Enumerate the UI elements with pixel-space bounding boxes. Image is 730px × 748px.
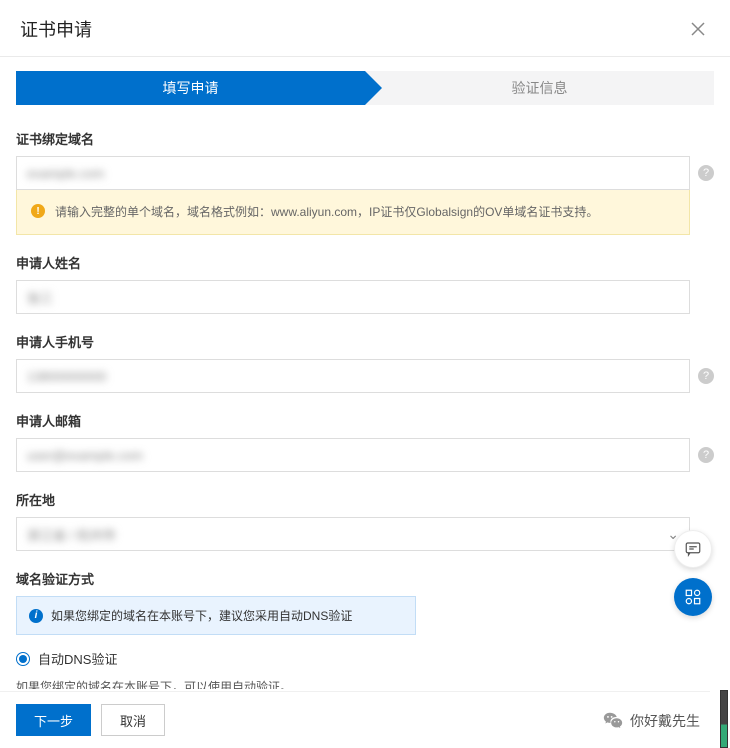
apps-fab[interactable] [674,578,712,616]
label-verify: 域名验证方式 [16,569,714,588]
close-button[interactable] [686,17,710,41]
alert-text: 请输入完整的单个域名，域名格式例如：www.aliyun.com，IP证书仅Gl… [55,202,598,222]
field-name: 申请人姓名 张三 [16,253,714,314]
wechat-icon [602,710,624,732]
chat-fab[interactable] [674,530,712,568]
form-scroll-area[interactable]: 填写申请 验证信息 证书绑定域名 example.com ? ! 请输入完整的单… [0,57,730,689]
input-email[interactable]: user@example.com [16,438,690,472]
input-name[interactable]: 张三 [16,280,690,314]
label-domain: 证书绑定域名 [16,129,714,148]
wechat-attribution: 你好戴先生 [602,710,700,732]
cancel-button[interactable]: 取消 [101,704,165,736]
verify-radio-group: 自动DNS验证 如果您绑定的域名在本账号下，可以使用自动验证。 手工DNS验证 [16,649,714,689]
help-icon[interactable]: ? [698,447,714,463]
field-email: 申请人邮箱 user@example.com ? [16,411,714,472]
help-icon[interactable]: ? [698,368,714,384]
dialog-title: 证书申请 [20,16,92,42]
field-verify-method: 域名验证方式 i 如果您绑定的域名在本账号下，建议您采用自动DNS验证 自动DN… [16,569,714,689]
label-phone: 申请人手机号 [16,332,714,351]
apps-icon [684,588,702,606]
warning-icon: ! [31,204,45,218]
audio-meter-icon [720,690,728,748]
radio-auto-dns[interactable]: 自动DNS验证 [16,649,714,668]
step-verify-info[interactable]: 验证信息 [365,71,714,105]
next-button[interactable]: 下一步 [16,704,91,736]
dialog-header: 证书申请 [0,0,730,57]
field-domain: 证书绑定域名 example.com ? ! 请输入完整的单个域名，域名格式例如… [16,129,714,235]
step-indicator: 填写申请 验证信息 [16,71,714,105]
select-location[interactable]: 浙江省 / 杭州市 ⌄ [16,517,690,551]
label-email: 申请人邮箱 [16,411,714,430]
info-text: 如果您绑定的域名在本账号下，建议您采用自动DNS验证 [51,607,352,624]
chat-icon [684,540,702,558]
label-name: 申请人姓名 [16,253,714,272]
label-location: 所在地 [16,490,714,509]
verify-info-box: i 如果您绑定的域名在本账号下，建议您采用自动DNS验证 [16,596,416,635]
input-domain[interactable]: example.com [16,156,690,190]
info-icon: i [29,609,43,623]
wechat-name: 你好戴先生 [630,711,700,731]
field-phone: 申请人手机号 13800000000 ? [16,332,714,393]
domain-alert: ! 请输入完整的单个域名，域名格式例如：www.aliyun.com，IP证书仅… [16,189,690,235]
step-fill-application[interactable]: 填写申请 [16,71,365,105]
input-phone[interactable]: 13800000000 [16,359,690,393]
close-icon [690,21,706,37]
help-icon[interactable]: ? [698,165,714,181]
field-location: 所在地 浙江省 / 杭州市 ⌄ [16,490,714,551]
radio-hint: 如果您绑定的域名在本账号下，可以使用自动验证。 [16,678,714,689]
radio-label: 自动DNS验证 [38,649,117,668]
radio-input [16,652,30,666]
